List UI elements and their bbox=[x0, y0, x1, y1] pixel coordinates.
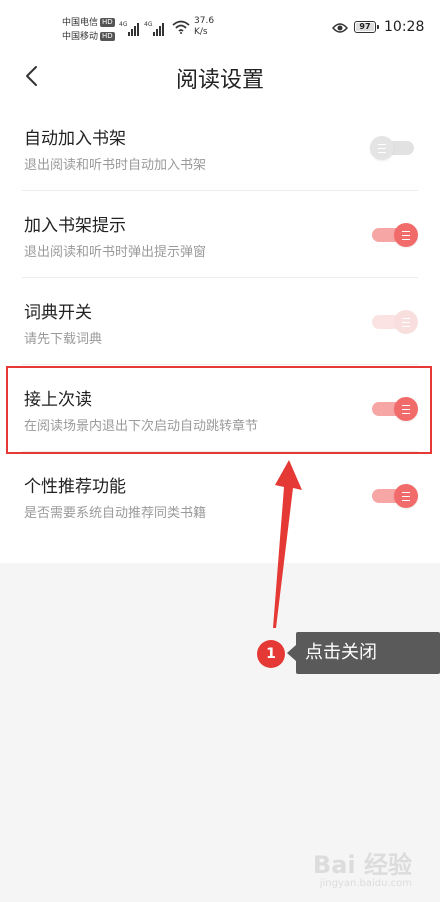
carrier-info: 中国电信 HD 中国移动 HD bbox=[62, 16, 115, 44]
setting-title: 个性推荐功能 bbox=[24, 477, 126, 497]
signal-icon: 4G bbox=[119, 21, 139, 36]
toggle-knob-icon bbox=[394, 397, 418, 421]
battery-level: 97 bbox=[359, 22, 371, 31]
setting-subtitle: 退出阅读和听书时自动加入书架 bbox=[24, 158, 207, 173]
toggle-switch-resume-reading[interactable] bbox=[370, 397, 418, 421]
speed-unit: K/s bbox=[194, 27, 208, 37]
settings-list: 自动加入书架 退出阅读和听书时自动加入书架 加入书架提示 退出阅读和听书时弹出提… bbox=[0, 104, 440, 563]
setting-resume-reading: 接上次读 在阅读场景内退出下次启动自动跳转章节 bbox=[22, 365, 418, 452]
carrier-2-label: 中国移动 bbox=[62, 32, 99, 42]
carrier-1-label: 中国电信 bbox=[62, 18, 99, 28]
speed-value: 37.6 bbox=[194, 16, 215, 26]
page-header: 阅读设置 bbox=[0, 52, 440, 104]
setting-dictionary: 词典开关 请先下载词典 bbox=[22, 278, 418, 365]
toggle-switch-auto-add-bookshelf[interactable] bbox=[370, 136, 418, 160]
setting-subtitle: 请先下载词典 bbox=[24, 332, 103, 347]
eye-icon bbox=[332, 23, 348, 33]
setting-personalized-recommend: 个性推荐功能 是否需要系统自动推荐同类书籍 bbox=[22, 452, 418, 539]
step-number-badge: 1 bbox=[257, 640, 285, 668]
battery-icon: 97 bbox=[354, 21, 379, 33]
toggle-switch-personalized-recommend[interactable] bbox=[370, 484, 418, 508]
setting-title: 加入书架提示 bbox=[24, 216, 126, 236]
setting-bookshelf-prompt: 加入书架提示 退出阅读和听书时弹出提示弹窗 bbox=[22, 191, 418, 278]
clock: 10:28 bbox=[384, 19, 425, 35]
page-title: 阅读设置 bbox=[175, 68, 264, 93]
setting-subtitle: 退出阅读和听书时弹出提示弹窗 bbox=[24, 245, 207, 260]
watermark-brand: Bai 经验 bbox=[312, 851, 412, 879]
setting-subtitle: 在阅读场景内退出下次启动自动跳转章节 bbox=[24, 419, 259, 434]
network-speed: 37.6 K/s bbox=[194, 16, 214, 38]
hd-badge: HD bbox=[100, 32, 115, 41]
toggle-switch-dictionary[interactable] bbox=[370, 310, 418, 334]
watermark-url: jingyan.baidu.com bbox=[319, 878, 412, 889]
wifi-icon bbox=[172, 20, 190, 34]
setting-subtitle: 是否需要系统自动推荐同类书籍 bbox=[24, 506, 207, 521]
setting-title: 自动加入书架 bbox=[24, 129, 126, 149]
toggle-knob-icon bbox=[370, 136, 394, 160]
setting-auto-add-bookshelf: 自动加入书架 退出阅读和听书时自动加入书架 bbox=[22, 104, 418, 191]
setting-title: 接上次读 bbox=[24, 390, 92, 410]
toggle-knob-icon bbox=[394, 484, 418, 508]
toggle-switch-bookshelf-prompt[interactable] bbox=[370, 223, 418, 247]
instruction-tooltip: 点击关闭 bbox=[287, 632, 440, 674]
watermark-logo: Bai 经验 jingyan.baidu.com bbox=[313, 852, 412, 890]
signal-icons: 4G 4G bbox=[119, 18, 164, 36]
status-bar: 中国电信 HD 中国移动 HD 4G 4G 37.6 K/s 97 10:28 bbox=[0, 0, 440, 52]
toggle-knob-icon bbox=[394, 310, 418, 334]
toggle-knob-icon bbox=[394, 223, 418, 247]
network-type-tag: 4G bbox=[119, 21, 128, 28]
network-type-tag: 4G bbox=[144, 21, 153, 28]
setting-title: 词典开关 bbox=[24, 303, 92, 323]
hd-badge: HD bbox=[100, 18, 115, 27]
signal-icon: 4G bbox=[144, 21, 164, 36]
